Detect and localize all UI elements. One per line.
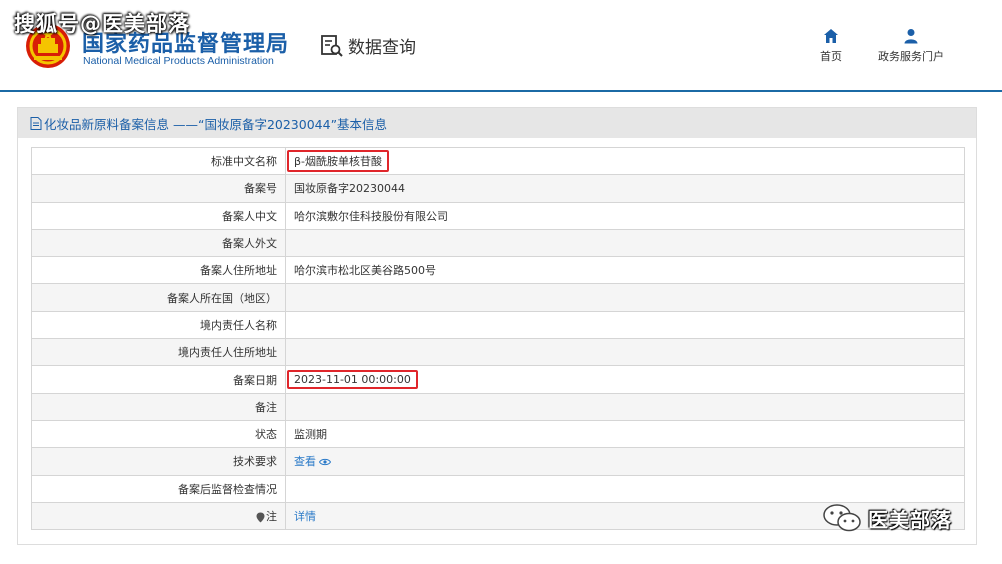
table-row: 标准中文名称 β-烟酰胺单核苷酸: [31, 146, 965, 176]
table-row: 技术要求 查看: [31, 447, 965, 476]
panel-title: 化妆品新原料备案信息 ——“国妆原备字20230044”基本信息: [44, 116, 388, 132]
table-row: 备案人所在国（地区）: [31, 283, 965, 312]
row-label: 技术要求: [233, 455, 277, 469]
row-label-cell: 备案号: [31, 174, 286, 203]
data-query-section: 数据查询: [320, 33, 416, 58]
home-icon: [824, 29, 838, 43]
row-label-cell: 境内责任人名称: [31, 310, 286, 340]
table-row: 状态 监测期: [31, 419, 965, 449]
row-label: 境内责任人住所地址: [178, 346, 277, 360]
row-value-cell: [285, 310, 965, 340]
row-value-cell: 2023-11-01 00:00:00: [285, 365, 965, 394]
highlighted-value: 2023-11-01 00:00:00: [287, 370, 418, 390]
row-label: 备案后监督检查情况: [178, 482, 277, 496]
row-value: 哈尔滨敷尔佳科技股份有限公司: [294, 209, 448, 223]
info-panel: 化妆品新原料备案信息 ——“国妆原备字20230044”基本信息 标准中文名称 β…: [17, 107, 977, 545]
table-row: 备案人住所地址 哈尔滨市松北区美谷路500号: [31, 256, 965, 285]
table-row: 境内责任人住所地址: [31, 338, 965, 367]
row-value-cell: β-烟酰胺单核苷酸: [285, 146, 965, 176]
row-value-cell: 哈尔滨市松北区美谷路500号: [285, 256, 965, 285]
row-value-cell: [285, 338, 965, 367]
highlighted-value: β-烟酰胺单核苷酸: [287, 150, 389, 173]
section-title: 数据查询: [348, 38, 416, 58]
document-icon: [30, 116, 42, 130]
table-row: 备案人外文: [31, 228, 965, 258]
row-label: 备案人住所地址: [200, 264, 277, 278]
row-label: 境内责任人名称: [200, 318, 277, 332]
row-value-cell: 哈尔滨敷尔佳科技股份有限公司: [285, 201, 965, 230]
row-label-cell: 技术要求: [31, 447, 286, 476]
row-link[interactable]: 详情: [294, 510, 316, 523]
row-value: 哈尔滨市松北区美谷路500号: [294, 264, 436, 278]
pin-icon: [256, 512, 265, 522]
data-search-icon: [321, 34, 343, 57]
row-label-cell: 备案日期: [31, 365, 286, 394]
row-label-cell: 备案后监督检查情况: [31, 474, 286, 503]
user-icon: [904, 29, 918, 44]
eye-icon[interactable]: [319, 458, 331, 466]
watermark-bottom-text: 医美部落: [868, 507, 952, 532]
watermark-top: 搜狐号@医美部落: [14, 12, 190, 36]
row-label: 注: [266, 510, 277, 523]
table-row: 备案号 国妆原备字20230044: [31, 174, 965, 203]
table-row: 备注: [31, 392, 965, 421]
wechat-icon: [823, 504, 861, 532]
panel-header: 化妆品新原料备案信息 ——“国妆原备字20230044”基本信息: [18, 108, 976, 138]
info-table: 标准中文名称 β-烟酰胺单核苷酸 备案号 国妆原备字20230044 备案人中文 哈尔滨敷…: [31, 146, 965, 531]
nav-home[interactable]: 首页: [816, 28, 846, 64]
row-link[interactable]: 查看: [294, 455, 316, 468]
row-label: 备案人中文: [222, 209, 277, 223]
row-label-cell: 备案人中文: [31, 201, 286, 230]
org-name-en: National Medical Products Administration: [83, 55, 274, 67]
row-value: 监测期: [294, 428, 327, 442]
row-label: 标准中文名称: [211, 155, 277, 169]
row-label: 备案日期: [233, 373, 277, 387]
row-label-cell: 备案人外文: [31, 228, 286, 258]
table-row: 备案人中文 哈尔滨敷尔佳科技股份有限公司: [31, 201, 965, 230]
watermark-bottom: 医美部落: [822, 503, 952, 533]
row-value: 国妆原备字20230044: [294, 182, 405, 196]
row-label: 状态: [255, 428, 277, 442]
row-label-cell: 备注: [31, 392, 286, 421]
row-label-cell: 备案人住所地址: [31, 256, 286, 285]
row-value-cell: 国妆原备字20230044: [285, 174, 965, 203]
nav-home-label: 首页: [820, 50, 842, 63]
row-label: 备案人外文: [222, 237, 277, 251]
row-label: 备案号: [244, 182, 277, 196]
row-label: 备注: [255, 400, 277, 414]
row-value-cell: 监测期: [285, 419, 965, 449]
row-value-cell: 查看: [285, 447, 965, 476]
row-label-cell: 注: [31, 501, 286, 531]
row-label-cell: 境内责任人住所地址: [31, 338, 286, 367]
nav-portal-label: 政务服务门户: [878, 50, 944, 63]
row-value-cell: [285, 474, 965, 503]
table-row: 境内责任人名称: [31, 310, 965, 340]
row-label-cell: 标准中文名称: [31, 146, 286, 176]
row-label: 备案人所在国（地区）: [167, 291, 277, 305]
row-label-cell: 备案人所在国（地区）: [31, 283, 286, 312]
table-row: 备案日期 2023-11-01 00:00:00: [31, 365, 965, 394]
row-value-cell: [285, 228, 965, 258]
nav-service-portal[interactable]: 政务服务门户: [870, 28, 952, 64]
table-row: 备案后监督检查情况: [31, 474, 965, 503]
row-label-cell: 状态: [31, 419, 286, 449]
row-value-cell: [285, 392, 965, 421]
row-value-cell: [285, 283, 965, 312]
